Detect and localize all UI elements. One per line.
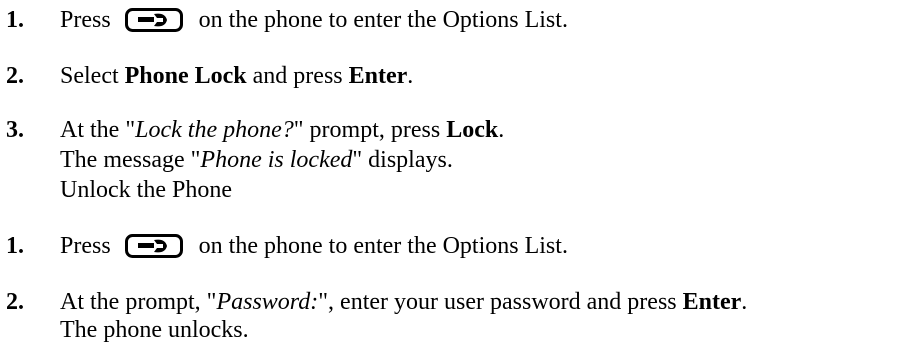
step-text: Press on the phone to enter the Options L… <box>60 231 568 262</box>
italic-prompt: Password: <box>216 289 319 315</box>
bold-term-lock: Lock <box>446 117 499 143</box>
step-text-rest: on the phone to enter the Options List. <box>198 233 568 259</box>
step-number: 2. <box>6 289 24 315</box>
step-number: 2. <box>6 63 24 89</box>
options-key-icon <box>124 234 183 258</box>
text-run: At the " <box>60 117 136 143</box>
unlock-step-2-line-2: The phone unlocks. <box>60 317 249 343</box>
text-run: Select <box>60 63 125 89</box>
section-heading: Unlock the Phone <box>60 177 232 203</box>
italic-message: Phone is locked <box>200 147 353 173</box>
text-run: . <box>407 63 414 89</box>
text-run: " displays. <box>352 147 453 173</box>
text-run: " prompt, press <box>293 117 447 143</box>
text-run: . <box>741 289 748 315</box>
step-text: At the "Lock the phone?" prompt, press L… <box>60 115 504 146</box>
step-text-rest: on the phone to enter the Options List. <box>198 7 568 33</box>
text-run: . <box>498 117 505 143</box>
step-text-press: Press <box>60 233 111 259</box>
instructions-document: 1. Press on the phone to enter the Option… <box>0 0 898 344</box>
options-key-icon <box>124 8 183 32</box>
italic-prompt: Lock the phone? <box>135 117 294 143</box>
step-number: 1. <box>6 233 24 259</box>
bold-term-phone-lock: Phone Lock <box>124 63 247 89</box>
text-run: At the prompt, " <box>60 289 217 315</box>
step-text: Press on the phone to enter the Options L… <box>60 5 568 36</box>
step-text: Select Phone Lock and press Enter. <box>60 61 413 92</box>
step-number: 1. <box>6 7 24 33</box>
text-run: ", enter your user password and press <box>318 289 683 315</box>
step-text-press: Press <box>60 7 111 33</box>
text-run: The message " <box>60 147 201 173</box>
step-text: At the prompt, "Password:", enter your u… <box>60 287 747 318</box>
step-number: 3. <box>6 117 24 143</box>
text-run: and press <box>246 63 349 89</box>
bold-term-enter: Enter <box>682 289 742 315</box>
bold-term-enter: Enter <box>348 63 408 89</box>
lock-step-3-line-2: The message "Phone is locked" displays. <box>60 145 453 176</box>
